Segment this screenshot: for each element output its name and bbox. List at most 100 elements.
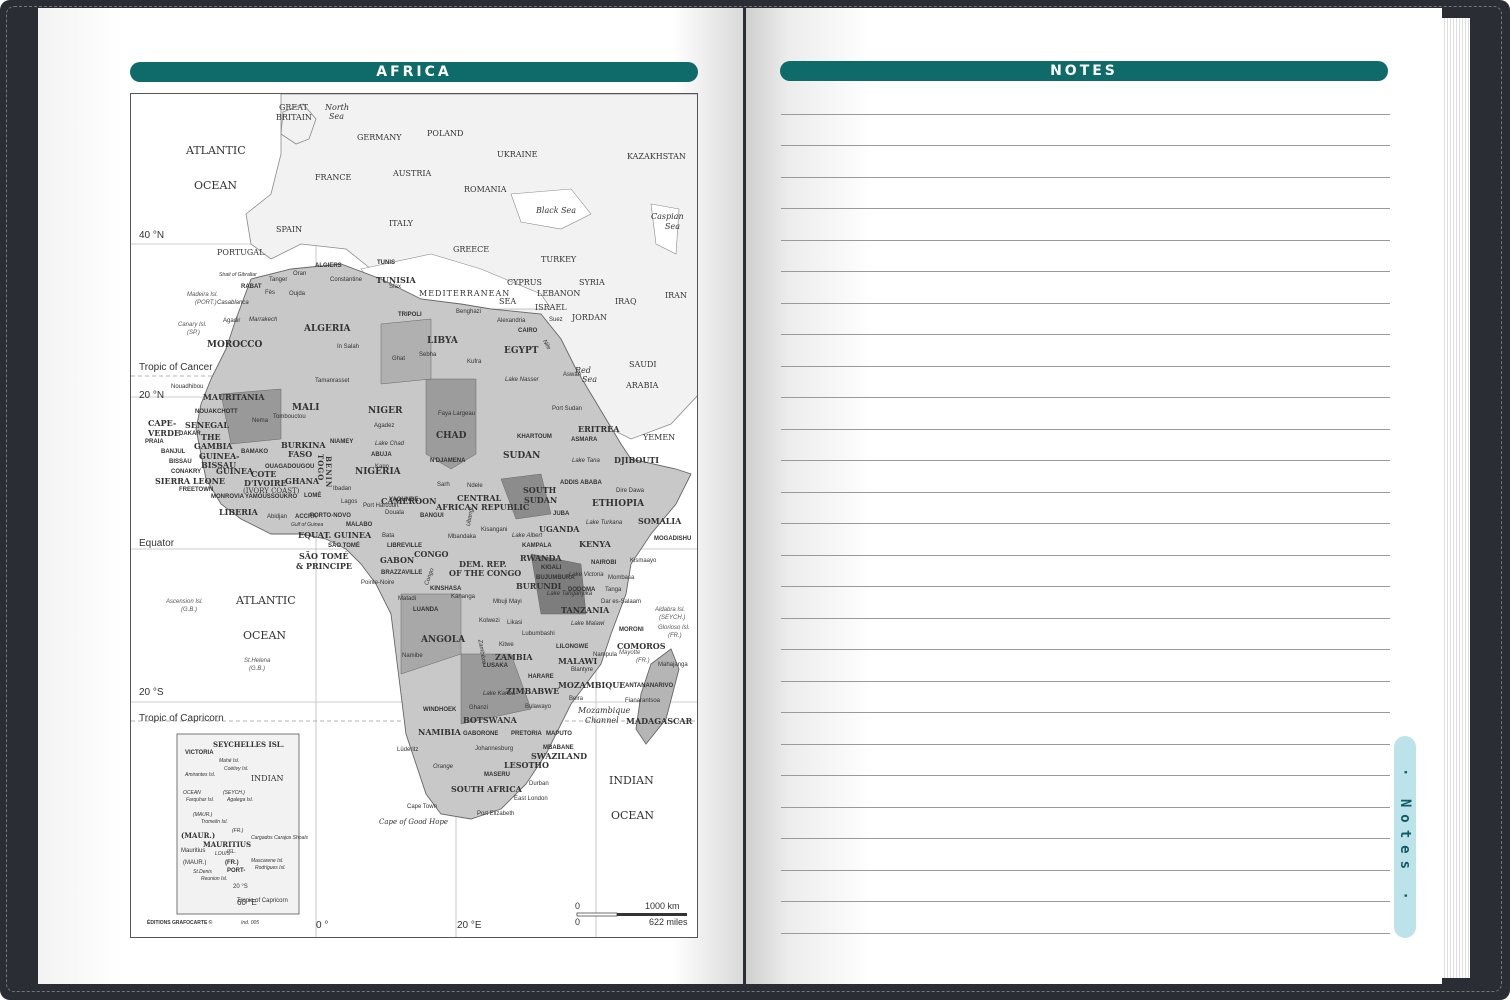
note-line[interactable] [781, 334, 1390, 335]
note-line[interactable] [781, 586, 1390, 587]
note-line[interactable] [781, 114, 1390, 115]
region-label: BRITAIN [276, 113, 312, 122]
note-line[interactable] [781, 397, 1390, 398]
city-label: MORONI [619, 627, 644, 633]
city-label: NIAMEY [330, 439, 354, 445]
country-label: LESOTHO [504, 760, 549, 770]
city-label: KIGALI [541, 565, 562, 571]
note-line[interactable] [781, 240, 1390, 241]
place-label: Nampula [593, 652, 618, 658]
island-label: (SEYCH.) [659, 615, 686, 621]
note-line[interactable] [781, 145, 1390, 146]
place-label: Port Sudan [552, 406, 583, 412]
note-line[interactable] [781, 775, 1390, 776]
island-label: (G.B.) [181, 607, 197, 613]
sea-label: Channel [585, 716, 619, 725]
inset-label: Rodrigues Isl. [255, 865, 286, 871]
country-label: BENIN [324, 456, 333, 489]
place-label: Lake Turkana [586, 520, 623, 526]
place-label: Kolwezi [479, 618, 500, 624]
inset-label: Coëtivy Isl. [224, 766, 249, 772]
city-label: MONROVIA [211, 494, 244, 500]
ocean-label: ATLANTIC [236, 594, 296, 607]
inset-label: (MAUR.) [181, 831, 216, 840]
island-label: Canary Isl. [178, 322, 207, 328]
place-label: Nema [252, 418, 269, 424]
city-label: MASERU [484, 772, 511, 778]
note-line[interactable] [781, 901, 1390, 902]
feature-label: Zambèze [476, 639, 487, 665]
note-line[interactable] [781, 618, 1390, 619]
place-label: Kisangani [481, 527, 508, 533]
city-label: DAKAR [179, 431, 201, 437]
country-label: CAPE- [148, 418, 177, 428]
place-label: Kismaayo [630, 558, 657, 564]
inset-label: MAURITIUS [203, 840, 252, 849]
place-label: Oujda [289, 291, 306, 297]
place-label: Durban [529, 781, 549, 787]
inset-label: Mahé Isl. [219, 758, 240, 764]
note-line[interactable] [781, 681, 1390, 682]
note-line[interactable] [781, 366, 1390, 367]
note-line[interactable] [781, 649, 1390, 650]
inset-label: VICTORIA [185, 750, 214, 756]
country-label: MAURITANIA [203, 392, 265, 402]
place-label: Blantyre [571, 667, 594, 673]
city-label: ANTANANARIVO [625, 683, 674, 689]
inset-label: Tromelin Isl. [201, 819, 228, 825]
note-line[interactable] [781, 523, 1390, 524]
note-line[interactable] [781, 177, 1390, 178]
place-label: Alexandria [497, 318, 526, 324]
region-label: ISRAEL [535, 303, 567, 312]
place-label: Ghanzi [469, 705, 489, 711]
region-label: KAZAKHSTAN [627, 152, 686, 161]
note-line[interactable] [781, 492, 1390, 493]
latitude-label: 20 °N [139, 390, 165, 401]
region-label: SPAIN [276, 225, 303, 234]
sea-label: Sea [665, 222, 680, 231]
note-line[interactable] [781, 460, 1390, 461]
africa-title: AFRICA [376, 64, 452, 80]
note-line[interactable] [781, 807, 1390, 808]
place-label: Marrakech [249, 317, 278, 323]
note-line[interactable] [781, 208, 1390, 209]
city-label: SÃO TOMÉ [328, 543, 360, 549]
inset-label: Agalega Isl. [227, 797, 254, 803]
scale-label: 622 miles [649, 917, 688, 927]
notes-lines[interactable] [781, 95, 1390, 945]
note-line[interactable] [781, 271, 1390, 272]
note-line[interactable] [781, 555, 1390, 556]
city-label: N'DJAMENA [430, 458, 466, 464]
place-label: Nouadhibou [171, 384, 204, 390]
notes-tab[interactable]: · Notes · [1394, 736, 1416, 938]
inset-label: LOUIS [215, 851, 231, 857]
place-label: Agadez [374, 423, 395, 429]
scale-label: 0 [575, 901, 581, 911]
region-label: POLAND [427, 129, 464, 138]
note-line[interactable] [781, 838, 1390, 839]
city-label: MOGADISHU [654, 536, 692, 542]
latitude-label: 40 °N [139, 230, 165, 241]
island-label: Mayotte [619, 650, 641, 656]
note-line[interactable] [781, 429, 1390, 430]
note-line[interactable] [781, 933, 1390, 934]
city-label: LUSAKA [483, 663, 508, 669]
note-line[interactable] [781, 303, 1390, 304]
island-label: Glorioso Isl. [658, 625, 690, 631]
note-line[interactable] [781, 744, 1390, 745]
note-line[interactable] [781, 712, 1390, 713]
inset-label: Mascarene Isl. [251, 858, 284, 864]
ocean-label: OCEAN [611, 809, 655, 822]
inset-label: PORT- [227, 868, 246, 874]
place-label: Port Harcourt [363, 503, 399, 509]
place-label: Lüderitz [397, 747, 419, 753]
country-label: GHANA [285, 476, 320, 486]
place-label: Casablanca [217, 300, 249, 306]
latitude-label: Tropic of Cancer [139, 362, 213, 373]
city-label: TUNIS [377, 260, 395, 266]
country-label: SIERRA LEONE [155, 476, 226, 486]
inset-label: (MAUR.) [183, 860, 207, 866]
island-label: (FR.) [636, 658, 650, 664]
country-label: ALGERIA [304, 324, 351, 334]
note-line[interactable] [781, 870, 1390, 871]
